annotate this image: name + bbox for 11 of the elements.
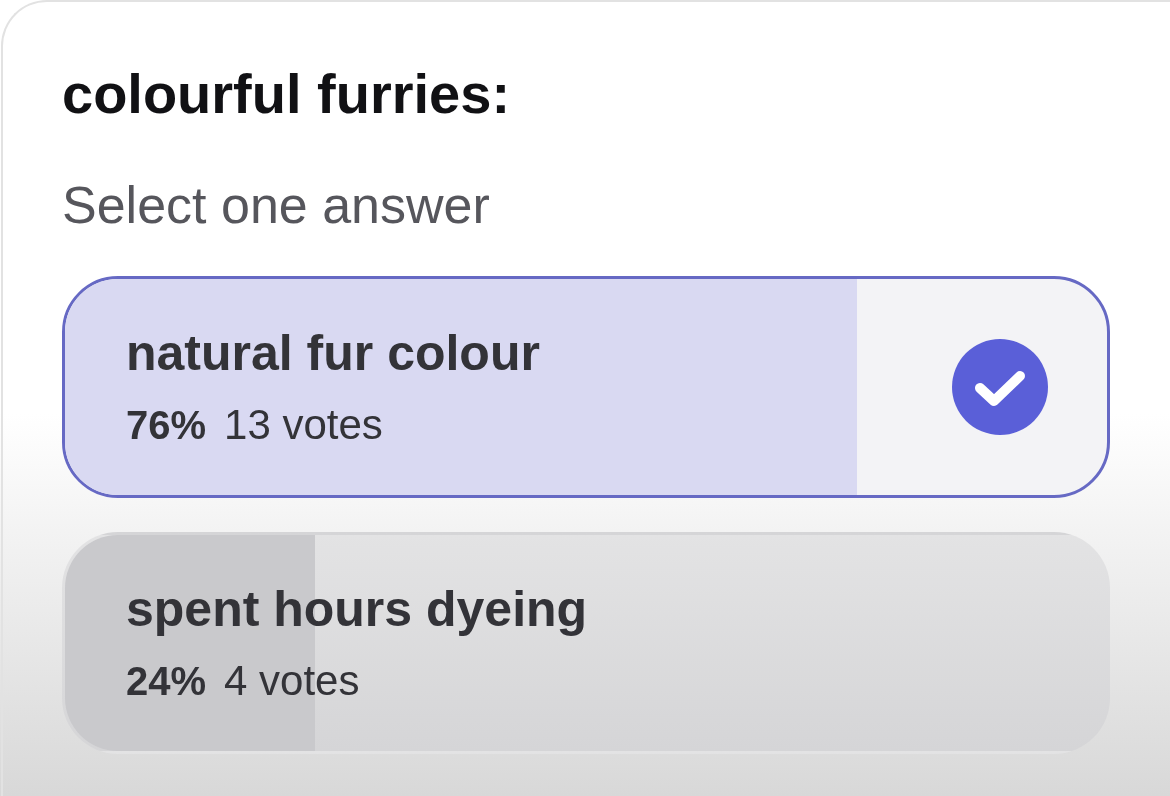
option-label: spent hours dyeing <box>126 581 588 637</box>
poll-question: colourful furries: <box>62 62 511 126</box>
poll-option[interactable]: natural fur colour 76% 13 votes <box>62 276 1110 498</box>
vote-percent: 76% <box>126 402 207 449</box>
option-label: natural fur colour <box>126 325 540 381</box>
vote-count: 13 votes <box>224 401 383 449</box>
vote-count: 4 votes <box>224 657 360 705</box>
poll-instruction: Select one answer <box>62 175 490 235</box>
checkmark-icon <box>952 339 1048 435</box>
vote-percent: 24% <box>126 658 207 705</box>
poll-option[interactable]: spent hours dyeing 24% 4 votes <box>62 532 1110 754</box>
